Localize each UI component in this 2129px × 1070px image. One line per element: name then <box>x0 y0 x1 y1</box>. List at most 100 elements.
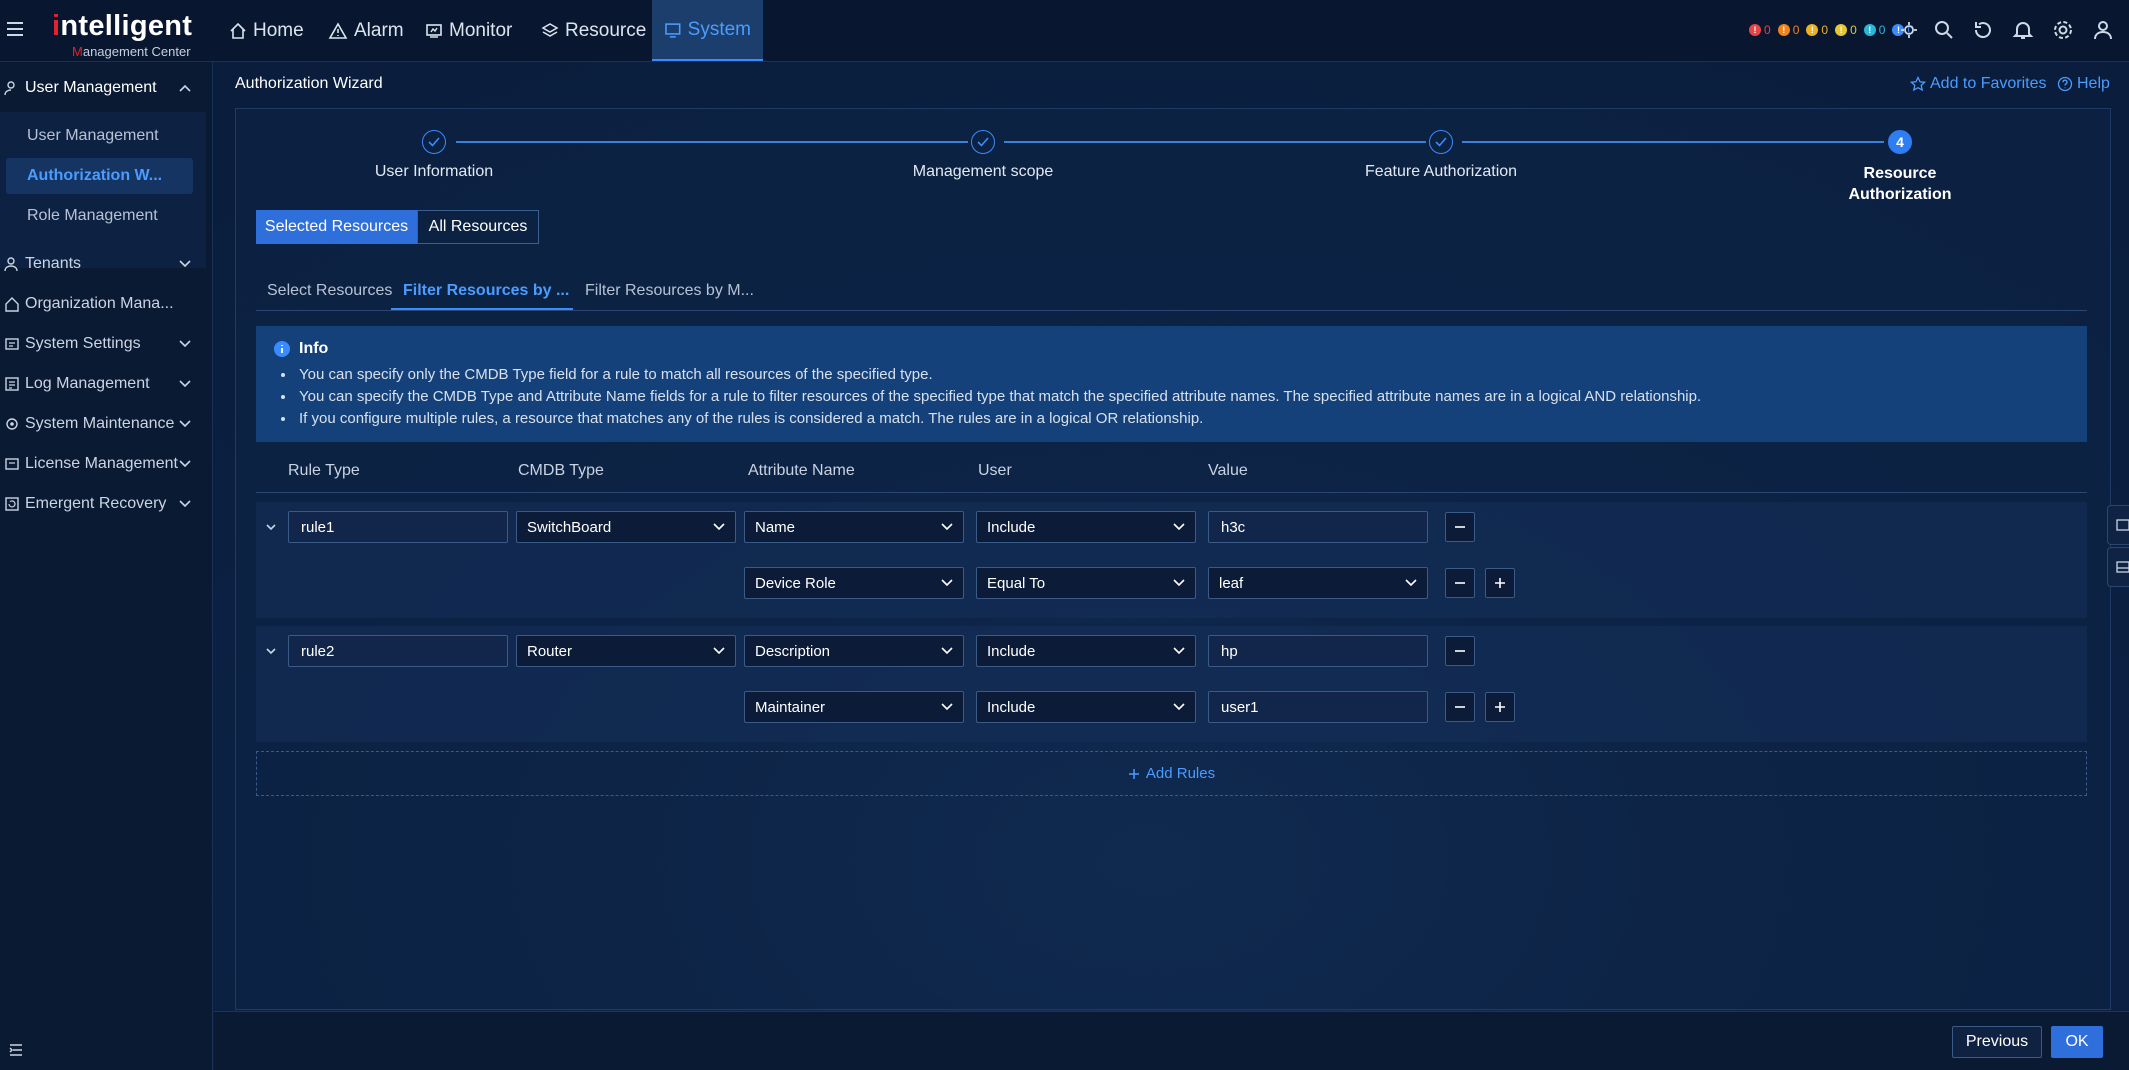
sidebar-item-system-settings[interactable]: System Settings <box>0 325 213 363</box>
page-title: Authorization Wizard <box>235 75 383 92</box>
alarm-major[interactable]: ! 0 <box>1777 23 1799 37</box>
nav-monitor[interactable]: Monitor <box>413 0 524 61</box>
search-icon[interactable] <box>1932 18 1956 42</box>
recovery-icon <box>5 497 19 511</box>
chevron-down-icon <box>713 523 725 531</box>
minus-icon <box>1455 526 1465 528</box>
menu-icon[interactable] <box>4 17 28 41</box>
chevron-down-icon <box>179 260 191 268</box>
add-to-favorites-link[interactable]: Add to Favorites <box>1910 75 2047 93</box>
sidebar-sub-user-management[interactable]: User Management <box>0 118 206 154</box>
chevron-down-icon[interactable] <box>264 646 278 656</box>
remove-condition-button[interactable] <box>1445 636 1475 666</box>
chevron-down-icon <box>179 500 191 508</box>
rule-name-input[interactable]: rule1 <box>288 511 508 543</box>
step-connector <box>1462 141 1884 143</box>
license-icon <box>5 458 19 470</box>
selected-resources-button[interactable]: Selected Resources <box>256 210 417 244</box>
chevron-down-icon <box>941 579 953 587</box>
chevron-down-icon <box>941 647 953 655</box>
sidebar-item-label: User Management <box>25 79 157 96</box>
gear-icon[interactable] <box>2051 18 2075 42</box>
column-header-cmdb-type: CMDB Type <box>518 462 604 479</box>
sidebar-sub-authorization-wizard[interactable]: Authorization W... <box>6 158 193 194</box>
add-condition-button[interactable] <box>1485 568 1515 598</box>
attribute-name-select[interactable]: Name <box>744 511 964 543</box>
chevron-down-icon <box>179 420 191 428</box>
plus-icon <box>1128 768 1139 779</box>
add-condition-button[interactable] <box>1485 692 1515 722</box>
user-icon[interactable] <box>2091 18 2115 42</box>
chevron-down-icon <box>179 340 191 348</box>
sidebar-item-organization[interactable]: Organization Mana... <box>0 285 213 323</box>
panel-icon <box>2116 519 2129 531</box>
value-input[interactable]: hp <box>1208 635 1428 667</box>
sidebar-item-system-maintenance[interactable]: System Maintenance <box>0 405 213 443</box>
previous-button[interactable]: Previous <box>1952 1026 2042 1058</box>
table-header-divider <box>256 492 2087 493</box>
help-link[interactable]: Help <box>2057 75 2110 93</box>
value-input[interactable]: user1 <box>1208 691 1428 723</box>
operator-select[interactable]: Include <box>976 691 1196 723</box>
logo: intelligent Management Center <box>52 10 193 59</box>
resource-icon <box>541 22 559 37</box>
nav-home[interactable]: Home <box>217 0 316 61</box>
sidebar-item-license-management[interactable]: License Management <box>0 445 213 483</box>
sidebar-item-emergent-recovery[interactable]: Emergent Recovery <box>0 485 213 523</box>
sidebar-item-log-management[interactable]: Log Management <box>0 365 213 403</box>
refresh-icon[interactable] <box>1971 18 1995 42</box>
value-input[interactable]: h3c <box>1208 511 1428 543</box>
attribute-name-select[interactable]: Device Role <box>744 567 964 599</box>
nav-system-label: System <box>687 18 751 40</box>
nav-system[interactable]: System <box>652 0 763 61</box>
user-management-icon <box>4 81 15 96</box>
ok-button[interactable]: OK <box>2051 1026 2103 1058</box>
cmdb-type-select[interactable]: SwitchBoard <box>516 511 736 543</box>
side-panel-tab[interactable] <box>2107 505 2129 545</box>
remove-condition-button[interactable] <box>1445 568 1475 598</box>
remove-condition-button[interactable] <box>1445 512 1475 542</box>
remove-condition-button[interactable] <box>1445 692 1475 722</box>
check-icon <box>428 137 440 147</box>
bell-icon[interactable] <box>2011 18 2035 42</box>
attribute-name-select[interactable]: Description <box>744 635 964 667</box>
chevron-down-icon <box>941 703 953 711</box>
chevron-down-icon <box>1173 647 1185 655</box>
minus-icon <box>1455 650 1465 652</box>
operator-select[interactable]: Include <box>976 635 1196 667</box>
system-icon <box>665 22 681 38</box>
alarm-summary[interactable]: ! 0 ! 0 ! 0 ! 0 ! 0 ! 0 <box>1749 20 1919 40</box>
alarm-critical[interactable]: ! 0 <box>1749 23 1771 37</box>
step-connector <box>456 141 968 143</box>
sidebar-item-user-management[interactable]: User Management <box>0 69 213 107</box>
tab-select-resources[interactable]: Select Resources <box>267 282 392 312</box>
nav-alarm[interactable]: Alarm <box>316 0 416 61</box>
nav-resource-label: Resource <box>565 19 647 41</box>
tab-filter-by-m[interactable]: Filter Resources by M... <box>585 282 754 312</box>
chevron-down-icon[interactable] <box>264 522 278 532</box>
column-header-attribute-name: Attribute Name <box>748 462 855 479</box>
operator-select[interactable]: Equal To <box>976 567 1196 599</box>
sidebar-sub-role-management[interactable]: Role Management <box>0 198 206 234</box>
rule-name-input[interactable]: rule2 <box>288 635 508 667</box>
all-resources-button[interactable]: All Resources <box>417 210 539 244</box>
nav-monitor-label: Monitor <box>449 19 513 41</box>
alarm-settings-icon[interactable] <box>1897 18 1921 42</box>
alarm-warning[interactable]: ! 0 <box>1835 23 1857 37</box>
cmdb-type-select[interactable]: Router <box>516 635 736 667</box>
alarm-minor[interactable]: ! 0 <box>1806 23 1828 37</box>
value-select[interactable]: leaf <box>1208 567 1428 599</box>
chevron-down-icon <box>1173 703 1185 711</box>
operator-select[interactable]: Include <box>976 511 1196 543</box>
collapse-sidebar-icon[interactable] <box>8 1042 24 1058</box>
sidebar-item-tenants[interactable]: Tenants <box>0 245 213 283</box>
attribute-name-select[interactable]: Maintainer <box>744 691 964 723</box>
side-panel-tab[interactable] <box>2107 547 2129 587</box>
add-rules-button[interactable]: Add Rules <box>256 751 2087 796</box>
step-connector <box>1004 141 1426 143</box>
active-tab-indicator <box>391 308 573 310</box>
nav-resource[interactable]: Resource <box>529 0 658 61</box>
chevron-down-icon <box>713 647 725 655</box>
alarm-info[interactable]: ! 0 <box>1863 23 1885 37</box>
chevron-down-icon <box>179 380 191 388</box>
